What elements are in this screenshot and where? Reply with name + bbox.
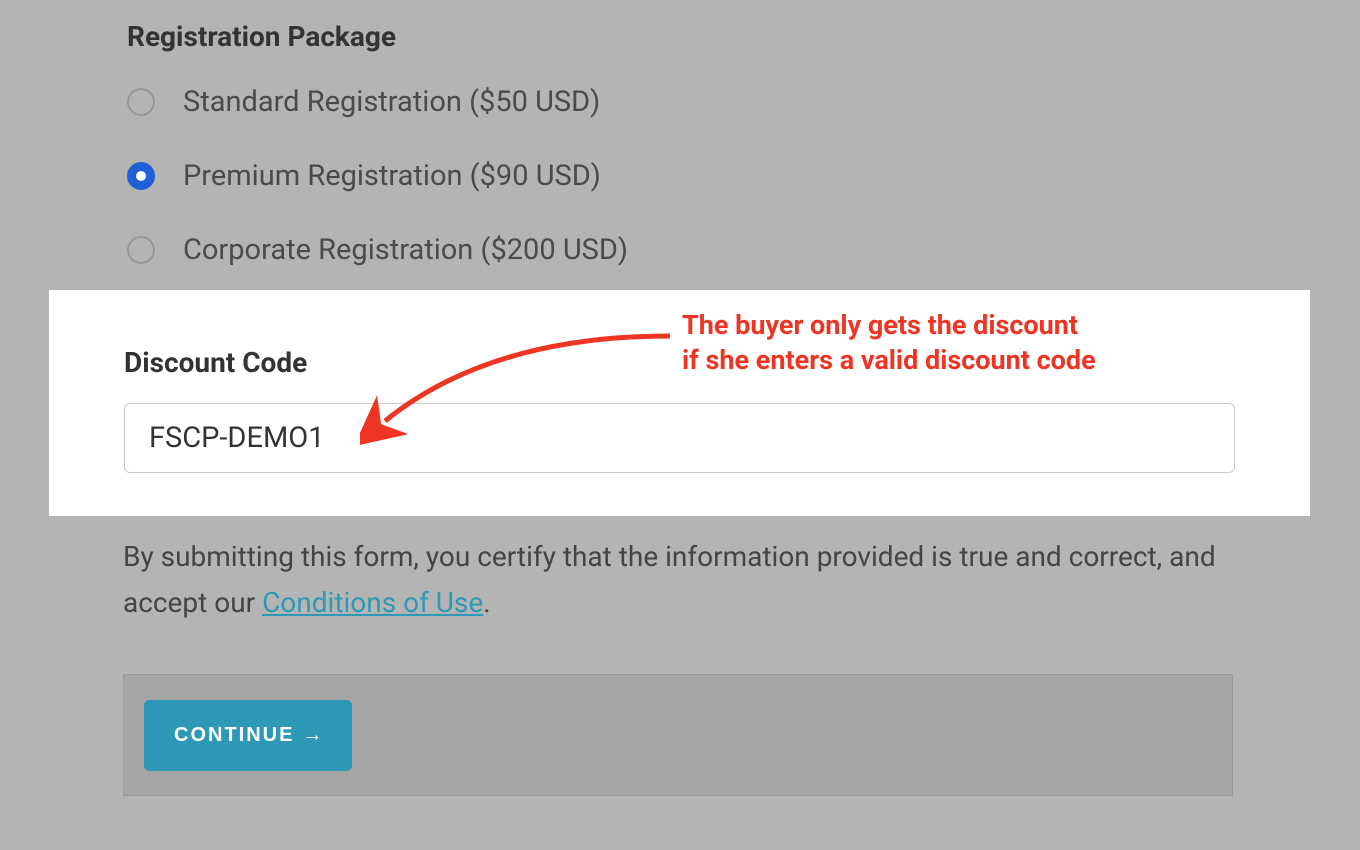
button-bar: CONTINUE → bbox=[123, 674, 1233, 796]
lower-block: By submitting this form, you certify tha… bbox=[123, 534, 1233, 796]
package-radio-group: Standard Registration ($50 USD) Premium … bbox=[127, 85, 1233, 267]
package-heading: Registration Package bbox=[127, 20, 1233, 53]
radio-label: Standard Registration ($50 USD) bbox=[183, 85, 600, 119]
annotation-line2: if she enters a valid discount code bbox=[682, 344, 1096, 376]
radio-label: Corporate Registration ($200 USD) bbox=[183, 233, 628, 267]
disclaimer-text: By submitting this form, you certify tha… bbox=[123, 534, 1233, 626]
continue-button[interactable]: CONTINUE → bbox=[144, 700, 352, 771]
disclaimer-suffix: . bbox=[483, 586, 490, 619]
radio-option-standard[interactable]: Standard Registration ($50 USD) bbox=[127, 85, 1233, 119]
radio-option-corporate[interactable]: Corporate Registration ($200 USD) bbox=[127, 233, 1233, 267]
annotation-line1: The buyer only gets the discount bbox=[682, 309, 1078, 341]
radio-option-premium[interactable]: Premium Registration ($90 USD) bbox=[127, 159, 1233, 193]
conditions-of-use-link[interactable]: Conditions of Use bbox=[262, 586, 483, 619]
radio-icon-selected bbox=[127, 162, 155, 190]
radio-icon bbox=[127, 88, 155, 116]
form-container: Registration Package Standard Registrati… bbox=[0, 0, 1360, 267]
continue-button-label: CONTINUE bbox=[174, 724, 294, 747]
radio-icon bbox=[127, 236, 155, 264]
discount-code-input[interactable] bbox=[124, 403, 1235, 473]
arrow-right-icon: → bbox=[302, 724, 322, 747]
discount-section: Discount Code bbox=[49, 290, 1310, 516]
radio-label: Premium Registration ($90 USD) bbox=[183, 159, 601, 193]
annotation-text: The buyer only gets the discount if she … bbox=[682, 308, 1096, 378]
